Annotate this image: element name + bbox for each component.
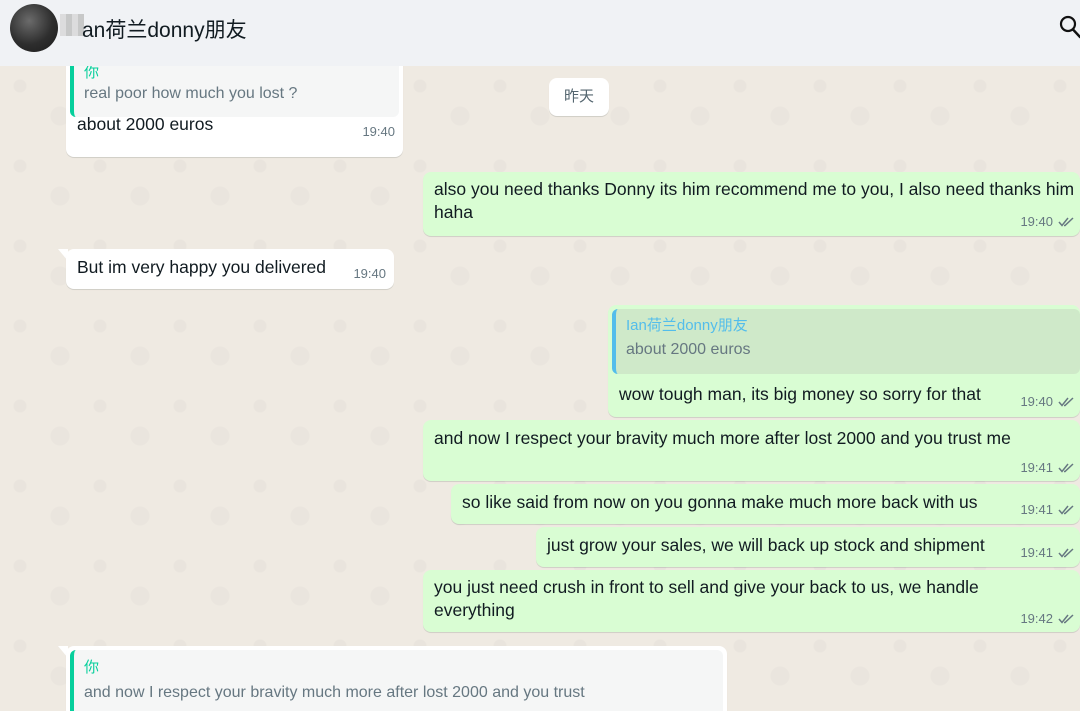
message-time: 19:40 <box>1020 214 1053 229</box>
message-outgoing[interactable]: just grow your sales, we will back up st… <box>536 527 1080 567</box>
date-divider: 昨天 <box>549 78 609 116</box>
contact-name[interactable]: an荷兰donny朋友 <box>82 14 247 44</box>
message-time: 19:40 <box>1020 394 1053 409</box>
message-text: wow tough man, its big money so sorry fo… <box>619 384 981 404</box>
quote-author: 你 <box>84 66 100 81</box>
message-outgoing[interactable]: Ian荷兰donny朋友 about 2000 euros wow tough … <box>608 305 1080 417</box>
message-time: 19:40 <box>353 266 386 281</box>
read-ticks-icon <box>1058 505 1074 515</box>
quote-author: Ian荷兰donny朋友 <box>626 317 748 334</box>
read-ticks-icon <box>1058 614 1074 624</box>
read-ticks-icon <box>1058 463 1074 473</box>
message-time: 19:41 <box>1020 545 1053 560</box>
quoted-message[interactable]: 你 real poor how much you lost ? <box>70 66 399 117</box>
message-time: 19:41 <box>1020 502 1053 517</box>
message-incoming[interactable]: 你 real poor how much you lost ? about 20… <box>66 66 403 157</box>
message-list[interactable]: 昨天 你 real poor how much you lost ? about… <box>0 66 1080 711</box>
read-ticks-icon <box>1058 217 1074 227</box>
message-time: 19:42 <box>1020 611 1053 626</box>
message-time: 19:41 <box>1020 460 1053 475</box>
message-text: also you need thanks Donny its him recom… <box>434 179 1075 222</box>
message-outgoing[interactable]: and now I respect your bravity much more… <box>423 420 1080 481</box>
read-ticks-icon <box>1058 548 1074 558</box>
quote-text: and now I respect your bravity much more… <box>84 684 585 701</box>
message-outgoing[interactable]: so like said from now on you gonna make … <box>451 484 1080 524</box>
message-text: and now I respect your bravity much more… <box>434 428 1011 448</box>
search-icon[interactable] <box>1058 14 1080 40</box>
message-text: But im very happy you delivered <box>77 257 327 277</box>
message-text: just grow your sales, we will back up st… <box>547 535 985 555</box>
redacted-name-block <box>60 14 84 36</box>
message-incoming[interactable]: But im very happy you delivered 19:40 <box>66 249 394 289</box>
quote-text: about 2000 euros <box>626 341 751 358</box>
message-text: so like said from now on you gonna make … <box>462 492 978 512</box>
message-text: you just need crush in front to sell and… <box>434 577 979 620</box>
quote-author: 你 <box>84 659 100 676</box>
chat-header: an荷兰donny朋友 <box>0 0 1080 67</box>
message-outgoing[interactable]: you just need crush in front to sell and… <box>423 570 1080 632</box>
quoted-message[interactable]: 你 and now I respect your bravity much mo… <box>70 650 723 711</box>
quote-text: real poor how much you lost ? <box>84 85 298 102</box>
message-time: 19:40 <box>362 124 395 139</box>
message-outgoing[interactable]: also you need thanks Donny its him recom… <box>423 172 1080 236</box>
message-text: about 2000 euros <box>77 114 214 134</box>
message-incoming[interactable]: 你 and now I respect your bravity much mo… <box>66 646 727 711</box>
avatar[interactable] <box>10 4 58 52</box>
quoted-message[interactable]: Ian荷兰donny朋友 about 2000 euros <box>612 309 1080 374</box>
read-ticks-icon <box>1058 397 1074 407</box>
